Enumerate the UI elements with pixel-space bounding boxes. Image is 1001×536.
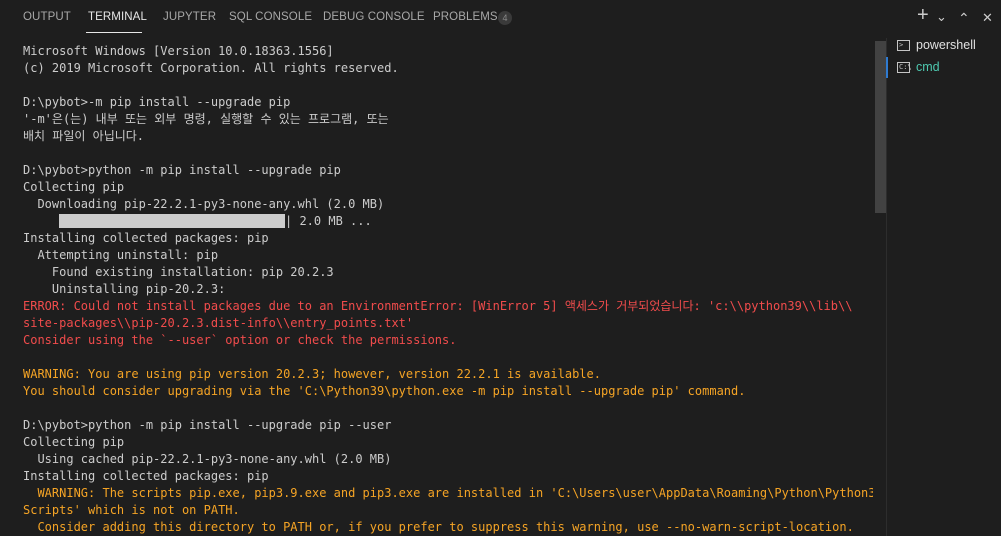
terminal-line: (c) 2019 Microsoft Corporation. All righ… bbox=[23, 61, 399, 75]
terminal-line: Collecting pip bbox=[23, 180, 125, 194]
terminal-line: Downloading pip-22.2.1-py3-none-any.whl … bbox=[23, 197, 385, 211]
terminal-list-item-powershell[interactable]: > powershell bbox=[888, 36, 1001, 57]
terminal-line: Found existing installation: pip 20.2.3 bbox=[23, 265, 334, 279]
new-terminal-button[interactable]: + bbox=[917, 5, 929, 25]
terminal-list-label: cmd bbox=[916, 60, 940, 74]
warning-line: Consider adding this directory to PATH o… bbox=[23, 520, 854, 534]
tab-sql-console[interactable]: SQL CONSOLE bbox=[229, 11, 312, 23]
terminal-line: D:\pybot>-m pip install --upgrade pip bbox=[23, 95, 291, 109]
terminal-list-label: powershell bbox=[916, 38, 976, 52]
tab-terminal[interactable]: TERMINAL bbox=[88, 11, 147, 23]
problems-count-badge: 4 bbox=[498, 11, 512, 25]
warning-line: Scripts' which is not on PATH. bbox=[23, 503, 240, 517]
warning-line: WARNING: You are using pip version 20.2.… bbox=[23, 367, 601, 381]
tab-debug-console[interactable]: DEBUG CONSOLE bbox=[323, 11, 425, 23]
warning-line: You should consider upgrading via the 'C… bbox=[23, 384, 746, 398]
error-line: Consider using the `--user` option or ch… bbox=[23, 333, 457, 347]
terminal-line: Uninstalling pip-20.2.3: bbox=[23, 282, 226, 296]
terminal-scrollbar[interactable] bbox=[875, 41, 886, 213]
terminal-line: Microsoft Windows [Version 10.0.18363.15… bbox=[23, 44, 334, 58]
terminal-output[interactable]: Microsoft Windows [Version 10.0.18363.15… bbox=[23, 43, 873, 536]
terminal-line: Installing collected packages: pip bbox=[23, 469, 269, 483]
download-progress-line: | 2.0 MB ... bbox=[23, 213, 873, 230]
active-tab-indicator bbox=[86, 32, 142, 33]
close-panel-button[interactable]: ✕ bbox=[982, 9, 993, 27]
terminal-line: D:\pybot>python -m pip install --upgrade… bbox=[23, 418, 392, 432]
error-line: ERROR: Could not install packages due to… bbox=[23, 299, 853, 313]
panel-tab-bar: OUTPUT TERMINAL JUPYTER SQL CONSOLE DEBU… bbox=[0, 0, 1001, 38]
error-line: site-packages\\pip-20.2.3.dist-info\\ent… bbox=[23, 316, 414, 330]
terminal-icon: C:\ bbox=[897, 62, 912, 73]
tab-jupyter[interactable]: JUPYTER bbox=[163, 11, 216, 23]
terminal-line: '-m'은(는) 내부 또는 외부 명령, 실행할 수 있는 프로그램, 또는 bbox=[23, 112, 389, 126]
terminal-line: Attempting uninstall: pip bbox=[23, 248, 219, 262]
terminal-list-item-cmd[interactable]: C:\ cmd bbox=[888, 58, 1001, 79]
terminal-list-divider bbox=[886, 38, 887, 536]
terminal-line: Collecting pip bbox=[23, 435, 125, 449]
terminal-line: D:\pybot>python -m pip install --upgrade… bbox=[23, 163, 341, 177]
tab-problems[interactable]: PROBLEMS bbox=[433, 11, 498, 23]
maximize-panel-button[interactable]: ⌃ bbox=[958, 9, 970, 27]
terminal-icon: > bbox=[897, 40, 910, 51]
terminal-line: Using cached pip-22.2.1-py3-none-any.whl… bbox=[23, 452, 392, 466]
terminal-line: Installing collected packages: pip bbox=[23, 231, 269, 245]
chevron-down-icon[interactable]: ⌄ bbox=[936, 8, 947, 26]
download-progress-text: | 2.0 MB ... bbox=[285, 214, 372, 228]
tab-output[interactable]: OUTPUT bbox=[23, 11, 71, 23]
warning-line: WARNING: The scripts pip.exe, pip3.9.exe… bbox=[23, 486, 873, 500]
download-progress-bar bbox=[59, 214, 285, 228]
terminal-line: 배치 파일이 아닙니다. bbox=[23, 129, 145, 143]
